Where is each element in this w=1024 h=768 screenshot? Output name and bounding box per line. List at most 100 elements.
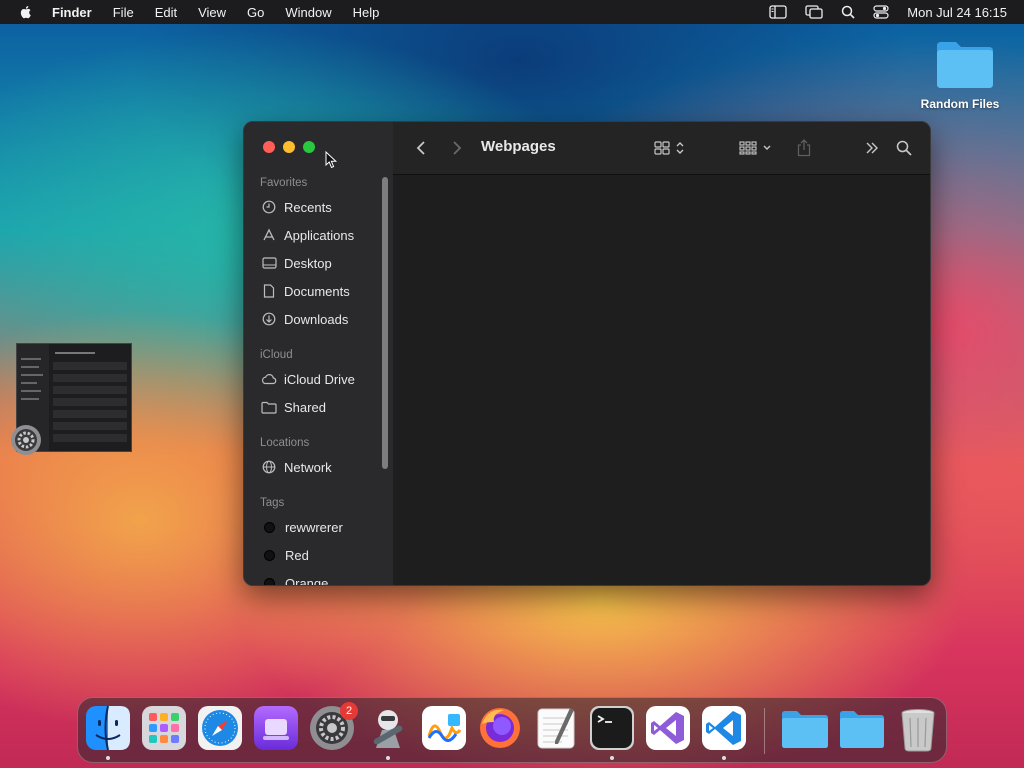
sidebar-item-label: rewwrerer [285, 519, 343, 535]
sidebar-item-shared[interactable]: Shared [261, 397, 326, 417]
sidebar-scrollbar[interactable] [382, 177, 388, 469]
menu-window[interactable]: Window [285, 5, 331, 20]
safari-icon [198, 706, 242, 750]
forward-button[interactable] [447, 138, 467, 158]
dock-terminal[interactable] [590, 706, 634, 750]
sidebar-item-recents[interactable]: Recents [261, 197, 332, 217]
system-settings-small-icon [10, 424, 42, 461]
running-indicator [386, 756, 390, 760]
menu-go[interactable]: Go [247, 5, 264, 20]
sidebar-item-label: Network [284, 459, 332, 475]
dock-podcasts[interactable] [254, 706, 298, 750]
dock-launchpad[interactable] [142, 706, 186, 750]
toolbar-overflow-button[interactable] [862, 137, 882, 159]
globe-icon [261, 459, 277, 475]
automator-icon [373, 710, 403, 748]
group-by-button[interactable] [735, 137, 775, 159]
dock-safari[interactable] [198, 706, 242, 750]
window-title: Webpages [481, 138, 556, 155]
sidebar-item-tag-red[interactable]: Red [261, 545, 309, 565]
shared-folder-icon [261, 399, 277, 415]
menu-view[interactable]: View [198, 5, 226, 20]
sidebar-item-label: Desktop [284, 255, 332, 271]
clock-icon [261, 199, 277, 215]
icon-grid-icon [653, 141, 670, 155]
applications-icon [261, 227, 277, 243]
dock-visual-studio[interactable] [646, 706, 690, 750]
sidebar-item-desktop[interactable]: Desktop [261, 253, 332, 273]
view-mode-button[interactable] [649, 137, 689, 159]
dock-freeform[interactable] [422, 706, 466, 750]
search-button[interactable] [893, 137, 915, 159]
back-button[interactable] [411, 138, 431, 158]
zoom-button[interactable] [303, 141, 315, 153]
sidebar-item-label: iCloud Drive [284, 371, 355, 387]
minimize-button[interactable] [283, 141, 295, 153]
menu-help[interactable]: Help [353, 5, 380, 20]
dock-folder-2[interactable] [838, 706, 884, 750]
dock-finder[interactable] [86, 705, 130, 751]
tag-dot-icon [264, 521, 275, 533]
dock-folder-1[interactable] [780, 706, 828, 750]
running-indicator [722, 756, 726, 760]
sidebar-header-icloud: iCloud [260, 349, 293, 361]
desktop-folder-label: Random Files [920, 97, 1000, 111]
menu-finder[interactable]: Finder [52, 5, 92, 20]
share-button[interactable] [793, 136, 815, 160]
sidebar-toggle-icon[interactable] [769, 5, 787, 19]
chevron-left-icon [416, 141, 425, 155]
dock-trash[interactable] [896, 706, 940, 752]
menu-bar: Finder File Edit View Go Window Help Mon… [0, 0, 1024, 24]
search-icon [896, 140, 912, 156]
screen-mirroring-icon[interactable] [805, 5, 823, 19]
finder-icon [86, 705, 130, 751]
dock-automator[interactable] [366, 706, 410, 750]
folder-icon [936, 42, 993, 88]
sidebar-item-tag-orange[interactable]: Orange [261, 573, 329, 586]
sidebar-item-label: Applications [284, 227, 355, 243]
dock-firefox[interactable] [478, 706, 522, 750]
window-preview-thumbnail[interactable] [11, 343, 132, 455]
launchpad-icon [142, 706, 186, 750]
visual-studio-icon [646, 706, 690, 750]
cloud-icon [261, 371, 277, 387]
textedit-icon [537, 708, 575, 749]
apple-icon[interactable] [18, 4, 34, 20]
control-center-icon[interactable] [873, 5, 889, 19]
menu-clock[interactable]: Mon Jul 24 16:15 [907, 5, 1007, 20]
sidebar-item-label: Recents [284, 199, 332, 215]
vscode-icon [702, 706, 746, 750]
sidebar-item-icloud-drive[interactable]: iCloud Drive [261, 369, 355, 389]
sidebar-item-label: Red [285, 547, 309, 563]
desktop-folder-random-files[interactable]: Random Files [920, 38, 1000, 111]
sidebar-item-applications[interactable]: Applications [261, 225, 354, 245]
podcasts-icon [254, 706, 298, 750]
folder-icon [782, 711, 828, 748]
folder-icon [840, 711, 884, 748]
trash-icon [901, 709, 935, 752]
download-icon [261, 311, 277, 327]
sidebar-item-label: Orange [285, 575, 329, 586]
sidebar-item-network[interactable]: Network [261, 457, 332, 477]
finder-content-area[interactable] [393, 175, 930, 585]
document-icon [261, 283, 277, 299]
sidebar-item-documents[interactable]: Documents [261, 281, 350, 301]
sidebar-header-favorites: Favorites [260, 177, 308, 189]
finder-toolbar: Webpages [393, 122, 930, 175]
sidebar-item-downloads[interactable]: Downloads [261, 309, 348, 329]
notification-badge: 2 [340, 702, 358, 720]
finder-window: Favorites Recents Applications Desktop D… [243, 121, 931, 586]
spotlight-search-icon[interactable] [841, 5, 855, 19]
menu-edit[interactable]: Edit [155, 5, 177, 20]
menu-file[interactable]: File [113, 5, 134, 20]
dock-textedit[interactable] [534, 706, 578, 750]
chevron-double-right-icon [866, 142, 878, 154]
dock-vscode[interactable] [702, 706, 746, 750]
finder-sidebar: Favorites Recents Applications Desktop D… [244, 122, 394, 586]
close-button[interactable] [263, 141, 275, 153]
sidebar-item-label: Shared [284, 399, 326, 415]
dock-separator [764, 708, 765, 754]
sidebar-item-tag-rewwrerer[interactable]: rewwrerer [261, 517, 343, 537]
tag-dot-icon [264, 577, 275, 585]
sidebar-item-label: Downloads [284, 311, 349, 327]
